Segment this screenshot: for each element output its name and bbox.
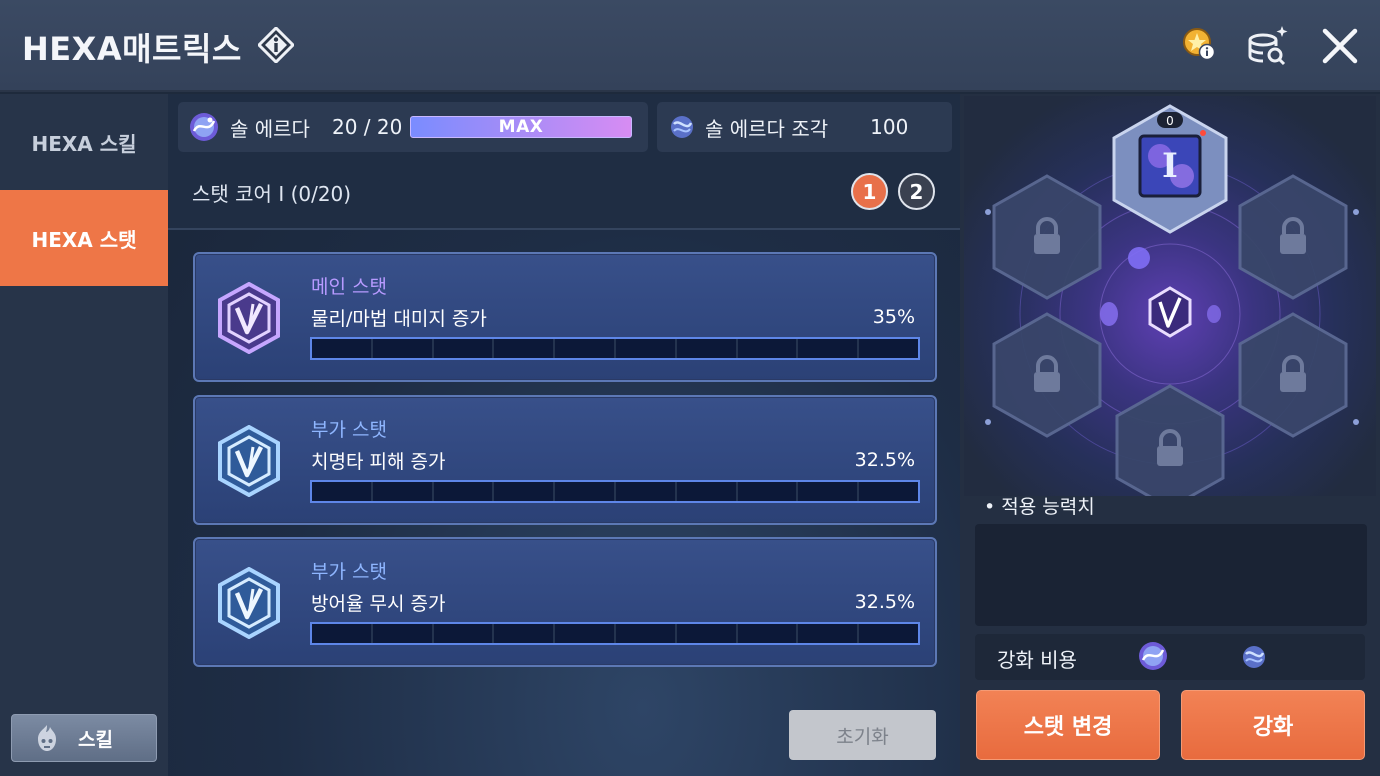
max-bar-label: MAX bbox=[498, 117, 544, 137]
coin-stack-search-icon[interactable] bbox=[1242, 22, 1290, 70]
stat-level-bar bbox=[310, 337, 920, 360]
stat-kind-label: 부가 스탯 bbox=[311, 419, 387, 441]
stat-name: 치명타 피해 증가 bbox=[311, 451, 446, 473]
fragment-label: 솔 에르다 조각 bbox=[705, 116, 829, 141]
stat-name: 방어율 무시 증가 bbox=[311, 593, 446, 615]
gold-coin-info-icon[interactable] bbox=[1176, 22, 1224, 70]
stat-level-bar bbox=[310, 622, 920, 645]
sub-stat-emblem-icon bbox=[218, 425, 280, 497]
fragment-value: 100 bbox=[870, 115, 909, 139]
main-stat-emblem-icon bbox=[218, 282, 280, 354]
stat-percent: 35% bbox=[872, 306, 915, 328]
applied-stats-box bbox=[975, 524, 1367, 626]
locked-slot-bottom bbox=[1115, 384, 1225, 510]
sidebar: HEXA 스킬 HEXA 스탯 bbox=[0, 94, 168, 776]
stat-level-bar bbox=[310, 480, 920, 503]
skill-button[interactable]: 스킬 bbox=[11, 714, 157, 762]
info-diamond-icon[interactable] bbox=[258, 27, 294, 63]
stat-card-sub-2[interactable]: 부가 스탯 방어율 무시 증가 32.5% bbox=[193, 537, 937, 667]
change-stat-button[interactable]: 스탯 변경 bbox=[976, 690, 1160, 760]
fragment-box: 솔 에르다 조각 100 bbox=[657, 102, 952, 152]
sol-erda-fragment-icon bbox=[1243, 646, 1265, 668]
window-title: HEXA매트릭스 bbox=[22, 30, 242, 68]
sol-erda-icon bbox=[1139, 642, 1167, 670]
hex-core-map: 0 I bbox=[964, 96, 1376, 510]
page-button-1[interactable]: 1 bbox=[851, 173, 888, 210]
stat-kind-label: 메인 스탯 bbox=[311, 276, 387, 298]
top-slot-numeral: I bbox=[1162, 146, 1178, 186]
stat-percent: 32.5% bbox=[854, 591, 915, 613]
applied-stats-label: • 적용 능력치 bbox=[984, 496, 1095, 518]
page-button-2[interactable]: 2 bbox=[898, 173, 935, 210]
upgrade-button[interactable]: 강화 bbox=[1181, 690, 1365, 760]
new-indicator-dot bbox=[1200, 130, 1206, 136]
tab-hexa-stat[interactable]: HEXA 스탯 bbox=[0, 190, 168, 286]
stat-percent: 32.5% bbox=[854, 449, 915, 471]
stat-name: 물리/마법 대미지 증가 bbox=[311, 308, 487, 330]
skill-button-label: 스킬 bbox=[78, 728, 113, 751]
stat-card-sub-1[interactable]: 부가 스탯 치명타 피해 증가 32.5% bbox=[193, 395, 937, 525]
upgrade-cost-label: 강화 비용 bbox=[997, 648, 1077, 672]
tab-hexa-skill[interactable]: HEXA 스킬 bbox=[0, 94, 168, 190]
reset-button[interactable]: 초기화 bbox=[789, 710, 936, 760]
header-bar: HEXA매트릭스 bbox=[0, 0, 1380, 92]
stat-kind-label: 부가 스탯 bbox=[311, 561, 387, 583]
stat-card-main[interactable]: 메인 스탯 물리/마법 대미지 증가 35% bbox=[193, 252, 937, 382]
sol-erda-label: 솔 에르다 bbox=[230, 116, 310, 141]
sol-erda-max-bar: MAX bbox=[410, 116, 632, 138]
top-slot-level: 0 bbox=[1166, 114, 1174, 128]
sol-erda-value: 20 / 20 bbox=[331, 115, 403, 139]
core-title: 스탯 코어 I (0/20) bbox=[192, 182, 352, 206]
close-icon[interactable] bbox=[1316, 22, 1364, 70]
sol-erda-icon bbox=[190, 113, 218, 141]
flame-skull-icon bbox=[38, 725, 56, 751]
sol-erda-fragment-icon bbox=[671, 116, 693, 138]
center-core-emblem-icon bbox=[1148, 286, 1192, 338]
sub-stat-emblem-icon bbox=[218, 567, 280, 639]
